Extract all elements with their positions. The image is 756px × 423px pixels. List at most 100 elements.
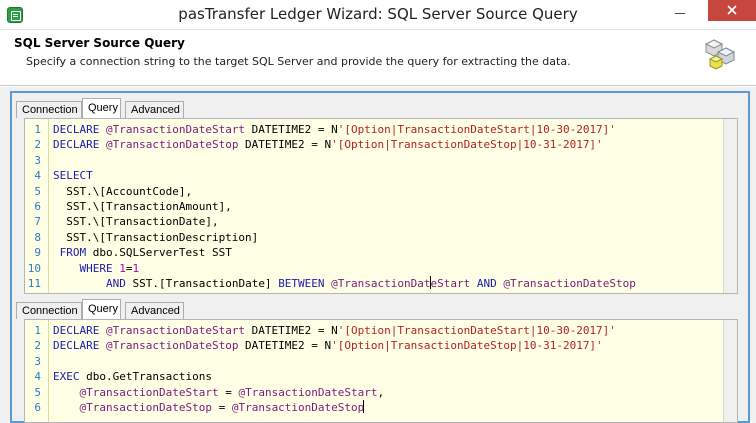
line-number: 11 [27,277,41,290]
code-line[interactable]: 10 WHERE 1=1 [25,261,725,277]
tab-advanced[interactable]: Advanced [125,302,184,319]
tab-query[interactable]: Query [82,98,121,118]
code-line[interactable]: 2 DECLARE @TransactionDateStop DATETIME2 … [25,338,725,354]
code-line[interactable]: 8 SST.\[TransactionDescription] [25,230,725,246]
line-number: 10 [27,261,41,275]
code-token: @TransactionDateStop [53,401,212,414]
line-number: 4 [34,370,41,384]
wizard-header: SQL Server Source Query Specify a connec… [0,30,756,86]
minimize-button[interactable] [667,0,693,21]
code-token: dbo.GetTransactions [86,370,212,384]
code-text: DECLARE @TransactionDateStart DATETIME2 … [53,323,616,339]
code-text: DECLARE @TransactionDateStop DATETIME2 =… [53,338,603,354]
code-text: EXEC dbo.GetTransactions [53,369,212,385]
close-button[interactable] [708,0,756,21]
code-text: @TransactionDateStop = @TransactionDateS… [53,400,365,416]
code-token: eStart [430,277,471,290]
code-text: SST.\[TransactionDescription] [53,230,258,246]
code-text: AND SST.[TransactionDate] BETWEEN @Trans… [53,276,636,292]
line-number: 5 [34,385,41,399]
code-line[interactable]: 4 EXEC dbo.GetTransactions [25,369,725,385]
code-text: SST.\[TransactionAmount], [53,199,232,215]
code-token: dbo.SQLServerTest SST [92,246,232,260]
tab-advanced[interactable]: Advanced [125,101,184,118]
code-token: = [218,385,239,399]
line-number: 5 [34,184,41,198]
code-line[interactable]: 3 [25,354,725,370]
text-caret [363,400,365,413]
code-token: SST.\[TransactionAmount], [53,200,232,213]
line-number: 4 [34,169,41,183]
code-token: SST.\[TransactionDate], [53,215,219,229]
line-number: 3 [34,354,41,368]
code-line[interactable]: 4 SELECT [25,168,725,184]
top-tab-strip: Connection Query Advanced [16,98,316,118]
code-token: DATETIME2 = N [245,123,338,136]
code-text: @TransactionDateStart = @TransactionDate… [53,385,384,401]
code-line[interactable]: 1 DECLARE @TransactionDateStart DATETIME2… [25,122,725,138]
code-token: AND [53,277,133,290]
code-token: EXEC [53,370,87,384]
code-token: SST.\[AccountCode], [53,184,193,198]
code-text: SELECT [53,168,93,184]
code-token: FROM [53,246,93,260]
code-token: 1 [119,261,126,275]
line-number: 2 [34,138,41,152]
code-token: '[Option|TransactionDateStop|10-31-2017]… [331,138,603,152]
code-token: DECLARE [53,123,106,136]
code-text: DECLARE @TransactionDateStart DATETIME2 … [53,122,616,138]
code-token: @TransactionDateStop [105,339,239,353]
code-token: SST.[TransactionDate] [132,277,279,290]
line-number: 6 [34,200,41,213]
code-token: AND [470,277,504,290]
title-bar: pasTransfer Ledger Wizard: SQL Server So… [0,0,756,30]
code-token: '[Option|TransactionDateStart|10-30-2017… [337,123,616,136]
line-number: 1 [34,324,41,337]
code-line[interactable]: 3 [25,153,725,169]
code-token: 1 [132,261,140,275]
code-token: DATETIME2 = N [238,138,332,152]
database-cubes-icon [704,39,736,70]
line-number: 7 [34,215,41,229]
tab-connection[interactable]: Connection [16,302,82,319]
line-number: 2 [34,339,41,353]
code-token: DECLARE [53,324,106,337]
query-editor[interactable]: 1 DECLARE @TransactionDateStart DATETIME2… [24,319,738,423]
bottom-tab-strip: Connection Query Advanced [16,299,316,319]
code-token: '[Option|TransactionDateStart|10-30-2017… [337,324,616,337]
code-line[interactable]: 7 SST.\[TransactionDate], [25,214,725,230]
code-line[interactable]: 6 SST.\[TransactionAmount], [25,199,725,215]
code-token: SELECT [53,169,93,183]
line-number: 1 [34,123,41,136]
code-line[interactable]: 11 AND SST.[TransactionDate] BETWEEN @Tr… [25,276,725,292]
code-line[interactable]: 1 DECLARE @TransactionDateStart DATETIME2… [25,323,725,339]
vertical-scrollbar[interactable] [723,320,737,422]
code-line[interactable]: 9 FROM dbo.SQLServerTest SST [25,245,725,261]
code-line[interactable]: 5 @TransactionDateStart = @TransactionDa… [25,385,725,401]
line-number: 9 [34,246,41,260]
code-text: SST.\[AccountCode], [53,184,192,200]
page-description: Specify a connection string to the targe… [26,55,571,68]
code-line[interactable]: 2 DECLARE @TransactionDateStop DATETIME2 … [25,137,725,153]
line-number: 6 [34,401,41,414]
code-token: @TransactionDateStop [105,138,239,152]
code-token: @TransactionDateStop [503,277,636,290]
code-line[interactable]: 6 @TransactionDateStop = @TransactionDat… [25,400,725,416]
code-token: @TransactionDateStart [238,385,378,399]
query-editor[interactable]: 1 DECLARE @TransactionDateStart DATETIME2… [24,118,738,294]
code-token: SST.\[TransactionDescription] [53,230,259,244]
code-token: @TransactionDateStart [53,385,219,399]
code-text: FROM dbo.SQLServerTest SST [53,245,232,261]
tab-query[interactable]: Query [82,299,121,319]
code-token: DATETIME2 = N [245,324,338,337]
code-line[interactable]: 5 SST.\[AccountCode], [25,184,725,200]
code-token: DECLARE [53,138,106,152]
window-title: pasTransfer Ledger Wizard: SQL Server So… [178,5,578,23]
tab-connection[interactable]: Connection [16,101,82,118]
page-title: SQL Server Source Query [14,36,185,50]
vertical-scrollbar[interactable] [723,119,737,293]
code-token: BETWEEN [278,277,332,290]
code-token: @TransactionDateStart [105,324,246,337]
line-number: 3 [34,153,41,167]
code-token: @TransactionDateStart [105,123,246,136]
